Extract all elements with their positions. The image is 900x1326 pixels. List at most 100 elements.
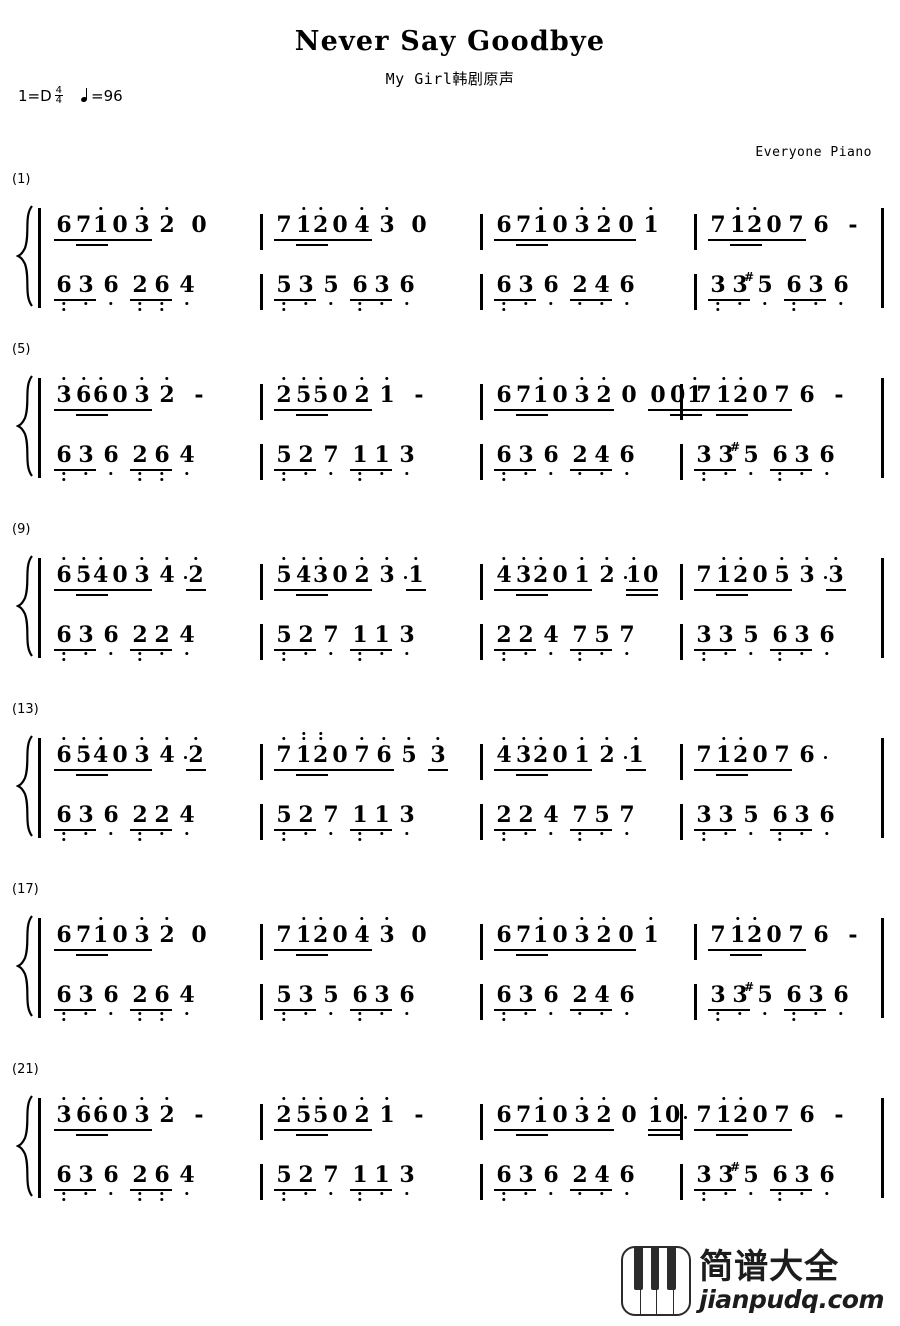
octave-down-dot [84,651,88,655]
site-logo[interactable]: 简谱大全 jianpudq.com [621,1246,884,1316]
beam-line [296,954,328,957]
treble-note: 7 [774,382,790,408]
octave-down-dot [814,1011,818,1015]
beam-line [494,409,614,412]
bass-note: 6 [614,984,640,1015]
treble-note: 0 [621,1102,637,1128]
beam-line [76,1134,108,1137]
octave-up-dot [605,737,609,741]
octave-down-dot [702,477,706,481]
beam-line [130,299,172,302]
beam-line [494,589,592,592]
treble-note: - [414,382,424,408]
octave-down-dot [702,837,706,841]
treble-note: 3 [516,737,531,766]
treble-staff-row: 6710320712043067103201712076- [46,916,878,962]
treble-note: 2 [533,557,548,586]
octave-down-dot [524,1191,528,1195]
measure-number: (17) [12,882,39,897]
treble-note: 0 [552,382,568,408]
treble-note: 4 [93,737,108,766]
octave-down-dot [62,477,66,481]
note-group-bass: 636224 [54,616,206,662]
octave-down-dot [600,1011,604,1015]
treble-note: 7 [274,737,294,766]
treble-note: 3 [54,1097,74,1126]
bass-note: 7 [318,804,344,835]
octave-down-dot [578,831,582,835]
octave-down-dot [738,1011,742,1015]
bass-staff-row: 6 3 6 2 6 4 5 3 5 6 3 6 6 3 6 2 4 6 3 3 5 #6 3 6 [46,266,878,312]
treble-note: 0 [332,742,348,768]
treble-note: 5 [296,377,311,406]
octave-up-dot [385,557,389,561]
bass-note: 4 [538,804,564,835]
beam-line [54,949,152,952]
beam-line [296,414,328,417]
bass-note: 6 [814,444,840,475]
treble-note: 2 [313,917,328,946]
octave-down-dot [778,1197,782,1201]
beam-line [494,1189,536,1192]
octave-up-dot [752,207,757,211]
treble-note: 2 [747,917,762,946]
treble-note: 2 [733,557,748,586]
barline [694,984,697,1020]
treble-note: 7 [710,212,726,238]
bass-note: 6 [770,444,790,481]
treble-note: 2 [274,1097,294,1126]
beam-line [716,414,748,417]
treble-note: 4 [352,207,372,236]
beam-line [274,589,372,592]
treble-note: 2 [352,557,372,586]
octave-down-dot [578,651,582,655]
bass-note: 6 [394,984,420,1015]
barline [680,564,683,600]
bass-staff-row: 636224527113224757335636 [46,796,878,842]
octave-down-dot [185,651,189,655]
measure-number: (5) [12,342,31,357]
bass-note: 6 [494,274,514,311]
augmentation-dot [683,1116,687,1120]
bass-staff-row: 6 3 6 2 6 4 5 3 5 6 3 6 6 3 6 2 4 6 3 3 5 #6 3 6 [46,976,878,1022]
bass-note: 3 [806,274,826,305]
bass-note: 2 [130,624,150,661]
octave-up-dot [538,737,543,741]
octave-down-dot [282,471,286,475]
bass-note: 7 [318,624,344,655]
octave-down-dot [724,1191,728,1195]
beam-line [730,244,762,247]
octave-up-dot [98,207,103,211]
treble-staff-row: 366032-255021-671032010712076- [46,1096,878,1142]
bass-note: 3 [716,624,736,655]
octave-down-dot [405,651,409,655]
octave-down-dot [358,651,362,655]
treble-note: 3 [374,207,400,236]
octave-down-dot [778,837,782,841]
treble-note: 1 [93,917,108,946]
beam-line [274,1009,316,1012]
octave-down-dot [800,1191,804,1195]
treble-note: 7 [516,212,532,238]
treble-note: 2 [352,1097,372,1126]
logo-chinese-name: 简谱大全 [699,1247,840,1287]
octave-down-dot [138,831,142,835]
octave-down-dot [724,471,728,475]
octave-down-dot [800,831,804,835]
octave-down-dot [405,301,409,305]
treble-note: 7 [276,922,292,948]
octave-down-dot [549,471,553,475]
treble-note: 7 [774,1102,790,1128]
beam-line [516,594,548,597]
octave-up-dot [318,732,323,736]
beam-line [694,769,792,772]
treble-note: 5 [296,1097,311,1126]
beam-line [516,1134,548,1137]
treble-note: 1 [296,207,311,236]
bass-note: 7 [570,624,590,661]
barline [260,1164,263,1200]
beam-line [784,1009,826,1012]
octave-up-dot [502,737,506,741]
treble-staff-row: 6710320712043067103201712076- [46,206,878,252]
octave-down-dot [138,301,142,305]
